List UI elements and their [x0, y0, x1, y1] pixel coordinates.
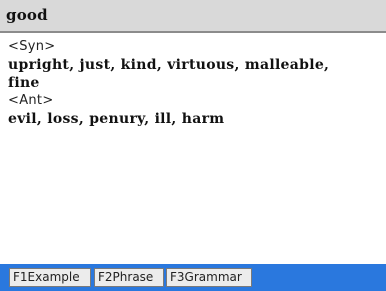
entry-content: <Syn> upright, just, kind, virtuous, mal…: [8, 38, 378, 128]
f3-grammar-button[interactable]: F3Grammar: [166, 268, 252, 287]
headword-title: good: [6, 6, 48, 24]
dictionary-screen: good <Syn> upright, just, kind, virtuous…: [0, 0, 386, 291]
synonym-tag: <Syn>: [8, 39, 56, 54]
f1-example-button[interactable]: F1Example: [9, 268, 91, 287]
synonyms-text-line-2: fine: [8, 75, 40, 91]
antonyms-text: evil, loss, penury, ill, harm: [8, 111, 225, 127]
headword-bar: good: [0, 0, 386, 33]
f2-phrase-button[interactable]: F2Phrase: [94, 268, 164, 287]
antonym-tag: <Ant>: [8, 93, 54, 108]
synonyms-text-line-1: upright, just, kind, virtuous, malleable…: [8, 57, 330, 73]
